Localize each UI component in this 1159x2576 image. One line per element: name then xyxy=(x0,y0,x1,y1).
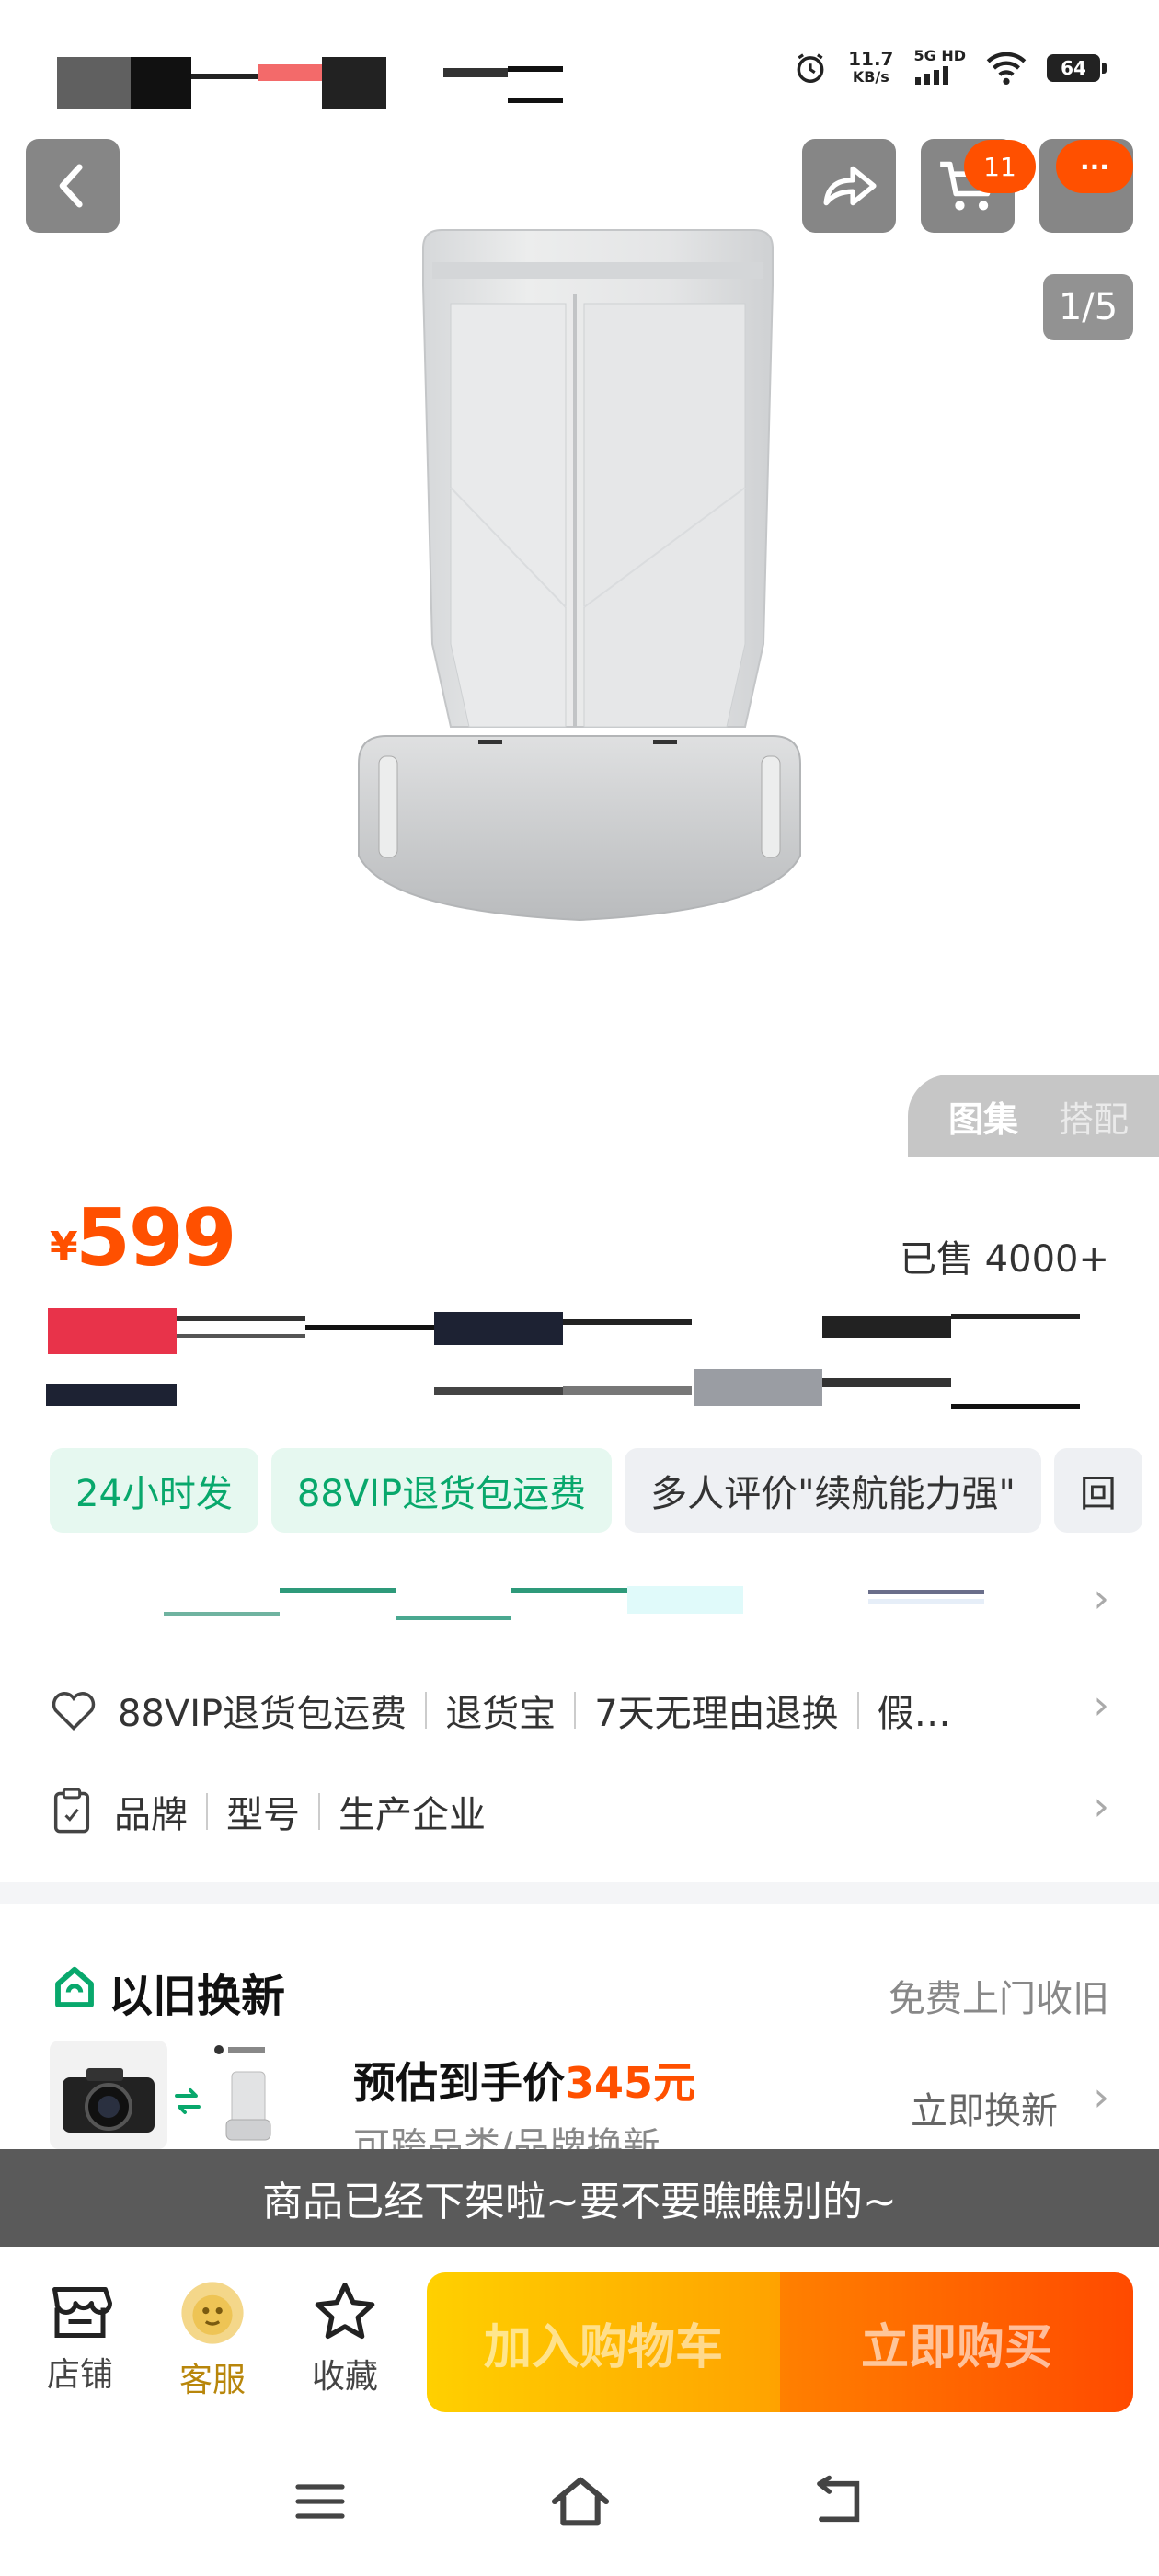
params-chevron-icon[interactable]: › xyxy=(1093,1783,1109,1830)
signal-indicator: 5G HD xyxy=(913,48,966,88)
tag-row: 24小时发 88VIP退货包运费 多人评价"续航能力强" 回 xyxy=(50,1448,1142,1533)
shop-button[interactable]: 店铺 xyxy=(29,2280,131,2396)
bottom-action-bar: 店铺 客服 收藏 加入购物车 立即购买 xyxy=(0,2247,1159,2431)
trade-in-free-pickup: 免费上门收旧 xyxy=(889,1978,1109,2020)
swap-icon xyxy=(175,2088,201,2114)
favorite-button[interactable]: 收藏 xyxy=(294,2280,396,2398)
param-item: 生产企业 xyxy=(339,1794,486,1836)
service-item: 假… xyxy=(877,1693,951,1735)
promo-chevron-icon[interactable]: › xyxy=(1093,1575,1109,1622)
system-nav-bar xyxy=(0,2431,1159,2576)
redacted-product-title xyxy=(46,1301,1085,1420)
delisted-toast: 商品已经下架啦~要不要瞧瞧别的~ xyxy=(0,2149,1159,2247)
params-row[interactable]: 品牌 型号 生产企业 xyxy=(50,1785,1109,1838)
trade-in-estimate: 预估到手价345元 xyxy=(353,2058,696,2108)
trade-in-subtitle: 可跨品类/品牌换新 xyxy=(353,2125,660,2149)
trade-in-chevron-icon[interactable]: › xyxy=(1093,2074,1109,2121)
tag-review[interactable]: 多人评价"续航能力强" xyxy=(625,1448,1041,1533)
param-item: 品牌 xyxy=(114,1794,188,1836)
alarm-icon xyxy=(797,53,824,83)
back-button[interactable] xyxy=(26,139,120,233)
price-value: 599 xyxy=(75,1192,237,1284)
image-page-indicator: 1/5 xyxy=(1043,274,1133,340)
network-speed: 11.7 KB/s xyxy=(848,48,894,86)
services-chevron-icon[interactable]: › xyxy=(1093,1682,1109,1729)
gallery-tabs: 图集 搭配 xyxy=(908,1075,1159,1157)
add-to-cart-button[interactable]: 加入购物车 xyxy=(427,2272,780,2412)
cart-count-badge: 11 xyxy=(964,140,1036,193)
trade-in-icon xyxy=(55,1966,94,2007)
product-image xyxy=(358,229,801,922)
back-nav-icon[interactable] xyxy=(809,2475,865,2528)
redacted-status-left xyxy=(57,57,572,112)
services-row[interactable]: 88VIP退货包运费 退货宝 7天无理由退换 假… xyxy=(50,1684,1109,1737)
battery-indicator: 64 xyxy=(1047,54,1107,82)
param-item: 型号 xyxy=(226,1794,300,1836)
service-item: 88VIP退货包运费 xyxy=(118,1693,407,1735)
tab-match[interactable]: 搭配 xyxy=(1059,1091,1129,1142)
tag-more[interactable]: 回 xyxy=(1053,1448,1142,1533)
heart-shield-icon xyxy=(52,1692,96,1731)
trade-in-title: 以旧换新 xyxy=(109,1971,286,2022)
service-item: 退货宝 xyxy=(445,1693,557,1735)
home-icon[interactable] xyxy=(548,2473,613,2530)
new-battery-thumbnail xyxy=(214,2045,271,2141)
section-divider xyxy=(0,1882,1159,1904)
trade-in-thumbnail xyxy=(50,2041,167,2149)
tag-24h-ship[interactable]: 24小时发 xyxy=(50,1448,258,1533)
sold-count: 已售 4000+ xyxy=(899,1238,1109,1281)
more-badge[interactable]: ··· xyxy=(1056,140,1133,193)
service-avatar-icon xyxy=(181,2282,244,2344)
clipboard-icon xyxy=(53,1788,90,1834)
redacted-promo-row xyxy=(164,1582,992,1620)
buy-now-button[interactable]: 立即购买 xyxy=(780,2272,1133,2412)
wifi-icon xyxy=(986,52,1027,85)
store-icon xyxy=(52,2287,112,2338)
signal-icon xyxy=(915,66,949,85)
share-button[interactable] xyxy=(802,139,896,233)
tab-gallery[interactable]: 图集 xyxy=(948,1091,1018,1142)
customer-service-button[interactable]: 客服 xyxy=(162,2280,263,2401)
star-icon xyxy=(315,2283,375,2340)
currency-symbol: ¥ xyxy=(50,1224,78,1271)
chevron-left-icon xyxy=(59,164,83,208)
trade-in-button[interactable]: 立即换新 xyxy=(911,2081,1058,2134)
menu-icon[interactable] xyxy=(293,2478,348,2524)
tag-88vip-return[interactable]: 88VIP退货包运费 xyxy=(270,1448,613,1533)
camera-icon xyxy=(63,2068,155,2133)
service-item: 7天无理由退换 xyxy=(594,1693,839,1735)
share-icon xyxy=(823,166,877,206)
status-bar-right: 11.7 KB/s 5G HD 64 xyxy=(793,48,1107,88)
